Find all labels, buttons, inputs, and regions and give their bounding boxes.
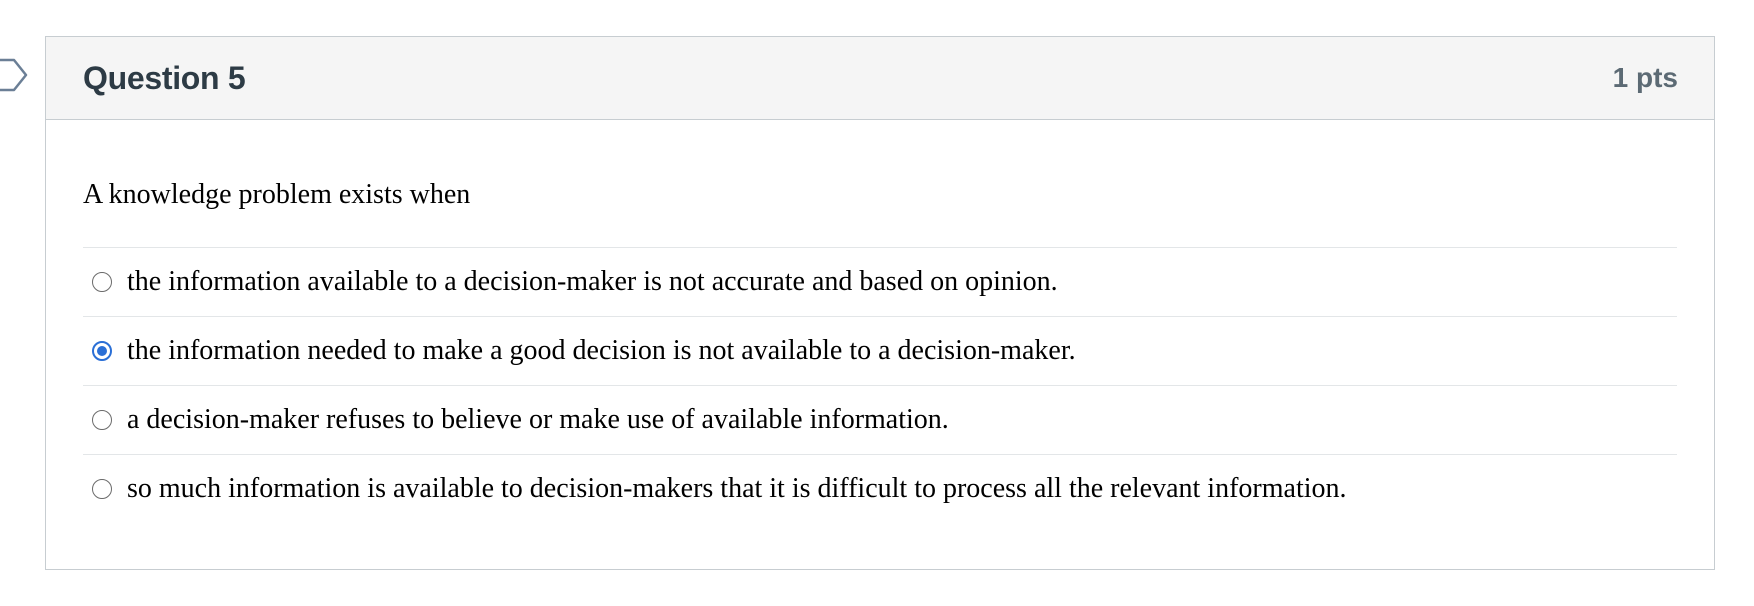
answer-option-2[interactable]: the information needed to make a good de… bbox=[83, 316, 1677, 385]
flag-marker-icon[interactable] bbox=[0, 58, 30, 92]
question-points: 1 pts bbox=[1612, 62, 1678, 93]
question-title: Question 5 bbox=[83, 59, 246, 96]
question-header: Question 5 1 pts bbox=[46, 37, 1714, 120]
answer-label-4[interactable]: so much information is available to deci… bbox=[127, 473, 1347, 505]
answer-radio-4[interactable] bbox=[92, 479, 112, 499]
question-text: A knowledge problem exists when bbox=[83, 179, 471, 210]
answer-option-4[interactable]: so much information is available to deci… bbox=[83, 454, 1677, 523]
answer-option-3[interactable]: a decision-maker refuses to believe or m… bbox=[83, 385, 1677, 454]
answer-radio-2[interactable] bbox=[92, 341, 112, 361]
answer-option-1[interactable]: the information available to a decision-… bbox=[83, 247, 1677, 316]
question-body: A knowledge problem exists when the info… bbox=[46, 177, 1714, 523]
answer-radio-1[interactable] bbox=[92, 272, 112, 292]
question-card: Question 5 1 pts A knowledge problem exi… bbox=[45, 36, 1715, 570]
answer-radio-3[interactable] bbox=[92, 410, 112, 430]
answer-label-1[interactable]: the information available to a decision-… bbox=[127, 266, 1058, 298]
answer-label-3[interactable]: a decision-maker refuses to believe or m… bbox=[127, 404, 949, 436]
answer-label-2[interactable]: the information needed to make a good de… bbox=[127, 335, 1076, 367]
answer-list: the information available to a decision-… bbox=[83, 247, 1677, 523]
